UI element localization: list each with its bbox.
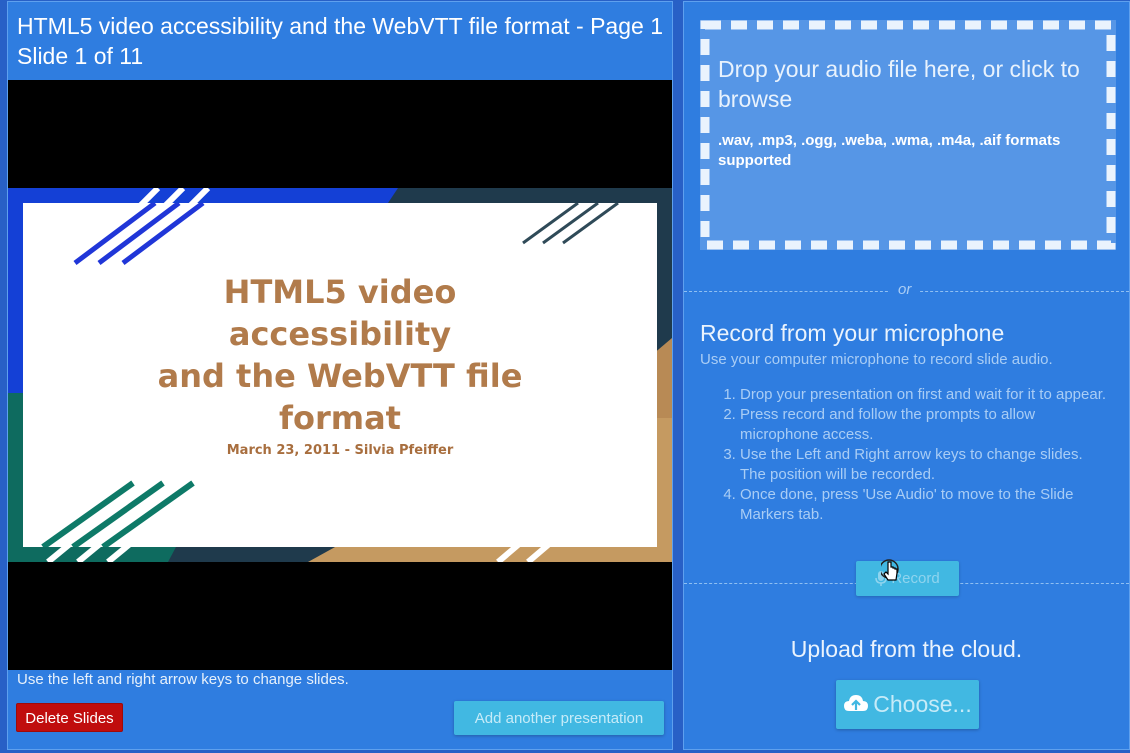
- step-item: Use the Left and Right arrow keys to cha…: [740, 445, 1110, 485]
- slide-viewer[interactable]: HTML5 video accessibility and the WebVTT…: [8, 80, 672, 670]
- choose-button-label: Choose...: [873, 691, 972, 717]
- record-button[interactable]: Record: [856, 561, 959, 596]
- step-item: Once done, press 'Use Audio' to move to …: [740, 485, 1110, 525]
- slide-heading: HTML5 video accessibility and the WebVTT…: [157, 273, 523, 437]
- presentation-title: HTML5 video accessibility and the WebVTT…: [17, 13, 663, 39]
- delete-slides-button[interactable]: Delete Slides: [16, 703, 123, 732]
- record-steps: Drop your presentation on first and wait…: [700, 385, 1110, 525]
- slide-counter: Slide 1 of 11: [17, 43, 144, 69]
- slide-subtitle: March 23, 2011 - Silvia Pfeiffer: [226, 443, 454, 458]
- or-separator: or: [890, 281, 920, 298]
- record-subtitle: Use your computer microphone to record s…: [700, 351, 1053, 368]
- audio-dropzone[interactable]: Drop your audio file here, or click to b…: [700, 20, 1116, 250]
- cloud-upload-icon: [844, 695, 869, 711]
- add-presentation-button[interactable]: Add another presentation: [454, 701, 664, 735]
- record-title: Record from your microphone: [700, 320, 1005, 346]
- choose-cloud-button[interactable]: Choose...: [836, 680, 979, 729]
- slides-panel: HTML5 video accessibility and the WebVTT…: [7, 1, 673, 750]
- navigation-hint: Use the left and right arrow keys to cha…: [17, 671, 349, 688]
- step-item: Drop your presentation on first and wait…: [740, 385, 1110, 405]
- step-item: Press record and follow the prompts to a…: [740, 405, 1110, 445]
- cloud-upload-title: Upload from the cloud.: [790, 636, 1023, 662]
- hand-cursor-icon: [881, 559, 899, 581]
- audio-panel: Drop your audio file here, or click to b…: [683, 1, 1130, 750]
- slide-content: HTML5 video accessibility and the WebVTT…: [23, 203, 657, 547]
- dropzone-title: Drop your audio file here, or click to b…: [718, 56, 1080, 112]
- supported-formats: .wav, .mp3, .ogg, .weba, .wma, .m4a, .ai…: [718, 132, 1061, 169]
